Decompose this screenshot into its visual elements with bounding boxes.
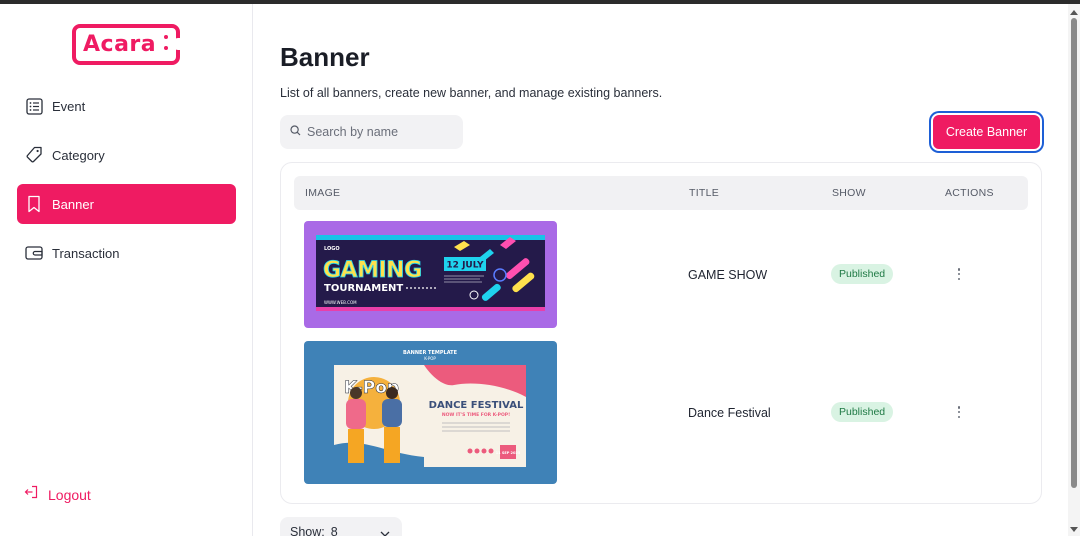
thumbnail-template-sub: K-POP [424, 356, 436, 361]
sidebar: Acara Event Category Banner Transaction … [0, 4, 253, 536]
acara-logo[interactable]: Acara [72, 24, 182, 65]
row-actions-button[interactable] [954, 405, 964, 419]
thumbnail-subline: TOURNAMENT [324, 283, 403, 294]
sidebar-item-label: Event [52, 98, 86, 114]
thumbnail-website: WWW.WEB.COM [324, 300, 357, 305]
more-vertical-icon [957, 268, 961, 271]
sidebar-item-label: Banner [52, 196, 94, 212]
more-vertical-icon [957, 406, 961, 409]
status-badge: Published [831, 264, 894, 284]
show-label: Show: [290, 525, 325, 536]
sidebar-item-event[interactable]: Event [17, 86, 236, 126]
column-header-show: SHOW [832, 187, 866, 199]
banner-thumbnail[interactable]: BANNER TEMPLATE K-POP K-Pop DANCE FESTIV… [304, 341, 557, 484]
thumbnail-logo-text: LOGO [324, 246, 340, 252]
banner-thumbnail[interactable]: 12 JULY LOGO GAMING TOURNAMENT WWW.WEB.C… [304, 221, 557, 328]
page-size-select[interactable]: Show: 8 [280, 517, 402, 536]
create-banner-button[interactable]: Create Banner [931, 113, 1042, 151]
status-badge: Published [831, 402, 894, 422]
sidebar-item-label: Transaction [52, 245, 120, 261]
page-scrollbar[interactable] [1068, 4, 1080, 536]
thumbnail-date: 12 JULY [446, 261, 484, 271]
page-title: Banner [280, 42, 370, 72]
search-icon [290, 123, 301, 141]
tag-icon [25, 146, 43, 164]
thumbnail-headline: GAMING [323, 258, 422, 283]
logout-label: Logout [48, 486, 91, 503]
column-header-title: TITLE [689, 187, 720, 199]
page-description: List of all banners, create new banner, … [280, 86, 663, 100]
column-header-actions: ACTIONS [945, 187, 994, 199]
logout-icon [24, 485, 38, 504]
thumbnail-date: 11 SEP 2025 [496, 451, 521, 455]
search-box[interactable] [280, 115, 463, 149]
column-header-image: IMAGE [305, 187, 341, 199]
logout-button[interactable]: Logout [24, 485, 91, 504]
wallet-icon [25, 244, 43, 262]
banner-title: GAME SHOW [688, 268, 768, 282]
banner-title: Dance Festival [688, 406, 771, 420]
table-header: IMAGE TITLE SHOW ACTIONS [294, 176, 1028, 210]
sidebar-item-banner[interactable]: Banner [17, 184, 236, 224]
banner-table: IMAGE TITLE SHOW ACTIONS 12 JULY LOGO GA… [280, 162, 1042, 504]
table-row: 12 JULY LOGO GAMING TOURNAMENT WWW.WEB.C… [294, 221, 1028, 328]
show-value: 8 [330, 525, 338, 536]
scroll-down-arrow-icon[interactable] [1070, 527, 1078, 532]
thumbnail-subline: NOW IT'S TIME FOR K-POP! [442, 412, 510, 418]
sidebar-item-transaction[interactable]: Transaction [17, 233, 236, 273]
search-input[interactable] [307, 125, 457, 139]
list-icon [25, 97, 43, 115]
scroll-up-arrow-icon[interactable] [1070, 10, 1078, 15]
thumbnail-headline: DANCE FESTIVAL [429, 400, 524, 411]
sidebar-nav: Event Category Banner Transaction [17, 86, 236, 282]
sidebar-item-label: Category [52, 147, 105, 163]
row-actions-button[interactable] [954, 267, 964, 281]
table-row: BANNER TEMPLATE K-POP K-Pop DANCE FESTIV… [294, 341, 1028, 484]
chevron-down-icon [380, 526, 390, 536]
scrollbar-thumb[interactable] [1071, 18, 1077, 488]
bookmark-icon [25, 195, 43, 213]
sidebar-item-category[interactable]: Category [17, 135, 236, 175]
logo-text: Acara [83, 32, 157, 57]
